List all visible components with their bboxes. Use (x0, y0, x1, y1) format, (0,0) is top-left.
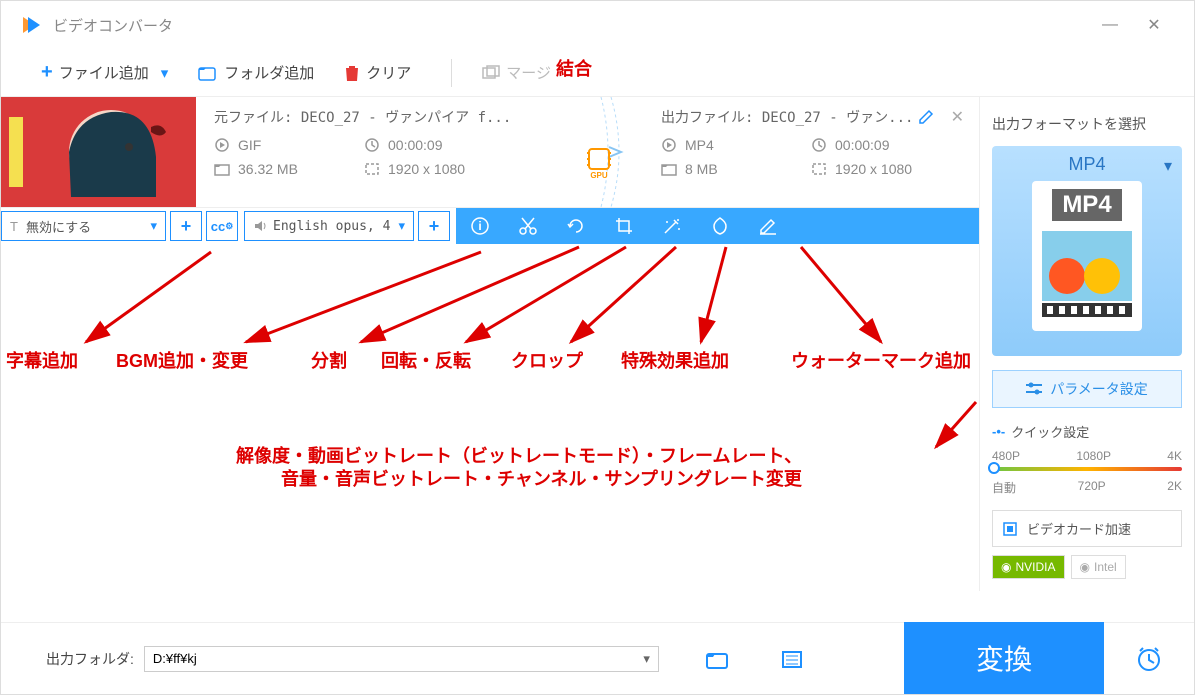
sidebar-title: 出力フォーマットを選択 (992, 114, 1182, 134)
app-logo-icon (19, 13, 43, 37)
effect-icon[interactable] (648, 216, 696, 236)
subtitle-select[interactable]: T 無効にする ▾ (1, 211, 166, 241)
annotation-crop: クロップ (511, 347, 583, 373)
minimize-button[interactable]: — (1088, 5, 1132, 45)
nvidia-badge[interactable]: ◉NVIDIA (992, 555, 1065, 579)
output-format: MP4 (661, 137, 811, 153)
add-file-label: ファイル追加 (59, 62, 149, 83)
clear-button[interactable]: クリア (344, 62, 411, 83)
folder-plus-icon (198, 64, 218, 82)
trash-icon (344, 64, 360, 82)
chevron-down-icon: ▾ (643, 651, 650, 667)
annotation-split: 分割 (311, 347, 347, 373)
format-card[interactable]: ▾ MP4 MP4 (992, 146, 1182, 356)
output-resolution: 1920 x 1080 (811, 161, 961, 177)
resolution-row-top: 480P 1080P 4K (992, 449, 1182, 463)
file-row: 元ファイル: DECO_27 - ヴァンパイア f... GIF 00:00:0… (1, 97, 979, 208)
intel-badge[interactable]: ◉Intel (1071, 555, 1126, 579)
cut-icon[interactable] (504, 216, 552, 236)
source-duration: 00:00:09 (364, 137, 514, 153)
output-file-label: 出力ファイル: DECO_27 - ヴァン... (661, 107, 961, 127)
watermark-icon[interactable] (696, 216, 744, 236)
source-format: GIF (214, 137, 364, 153)
format-name: MP4 (1000, 154, 1174, 175)
source-panel: 元ファイル: DECO_27 - ヴァンパイア f... GIF 00:00:0… (196, 97, 583, 207)
clock-icon (811, 137, 827, 153)
toolbar-divider (451, 59, 452, 87)
quality-slider[interactable] (992, 467, 1182, 471)
merge-icon (482, 65, 500, 81)
video-thumbnail[interactable] (1, 97, 196, 207)
resolution-row-bottom: 自動 720P 2K (992, 479, 1182, 496)
rotate-icon[interactable] (552, 216, 600, 236)
titlebar: ビデオコンバータ — ✕ (1, 1, 1194, 49)
gpu-acceleration-panel: ビデオカード加速 (992, 510, 1182, 547)
crop-icon[interactable] (600, 216, 648, 236)
info-icon[interactable]: i (456, 216, 504, 236)
chevron-down-icon: ▾ (150, 218, 157, 234)
text-icon: T (10, 219, 18, 234)
edit-filename-icon[interactable] (918, 109, 934, 125)
audio-select[interactable]: English opus, 48 ▾ (244, 211, 414, 241)
tune-icon (1026, 382, 1042, 396)
file-list-button[interactable] (775, 649, 811, 669)
add-subtitle-button[interactable]: + (170, 211, 202, 241)
remove-file-icon[interactable]: ✕ (951, 107, 964, 127)
annotation-params2: 音量・音声ビットレート・チャンネル・サンプリングレート変更 (281, 465, 802, 491)
annotation-watermark: ウォーターマーク追加 (791, 347, 971, 373)
add-folder-button[interactable]: フォルダ追加 (198, 62, 314, 83)
output-duration: 00:00:09 (811, 137, 961, 153)
output-panel: ✕ 出力ファイル: DECO_27 - ヴァン... MP4 00:00:09 (643, 97, 979, 207)
plus-icon: + (41, 61, 53, 84)
parameter-settings-button[interactable]: パラメータ設定 (992, 370, 1182, 408)
edit-icon[interactable] (744, 216, 792, 236)
close-button[interactable]: ✕ (1132, 5, 1176, 45)
sidebar: 出力フォーマットを選択 ▾ MP4 MP4 パラメータ設定 -•-クイック設定 … (979, 97, 1194, 591)
source-file-label: 元ファイル: DECO_27 - ヴァンパイア f... (214, 107, 565, 127)
convert-button[interactable]: 変換 (904, 622, 1104, 694)
resolution-icon (811, 162, 827, 176)
cc-settings-button[interactable]: cc⚙ (206, 211, 238, 241)
output-path-select[interactable]: D:¥ff¥kj ▾ (144, 646, 659, 672)
app-title: ビデオコンバータ (53, 15, 1088, 36)
add-audio-button[interactable]: + (418, 211, 450, 241)
format-preview-icon: MP4 (1032, 181, 1142, 331)
merge-button[interactable]: マージ (482, 62, 551, 83)
svg-text:GPU: GPU (590, 171, 608, 179)
folder-icon (661, 162, 677, 176)
gpu-badge-icon: GPU (585, 147, 613, 175)
annotation-merge: 結合 (556, 55, 592, 81)
annotation-effect: 特殊効果追加 (621, 347, 729, 373)
format-icon (661, 137, 677, 153)
chevron-down-icon: ▾ (398, 218, 405, 234)
schedule-button[interactable] (1104, 622, 1194, 694)
edit-toolbar: T 無効にする ▾ + cc⚙ English opus, 48 ▾ + i (1, 208, 979, 244)
annotation-bgm: BGM追加・変更 (116, 347, 248, 373)
source-size: 36.32 MB (214, 161, 364, 177)
annotation-rotate: 回転・反転 (381, 347, 471, 373)
merge-label: マージ (506, 62, 551, 83)
resolution-icon (364, 162, 380, 176)
output-folder-label: 出力フォルダ: (46, 649, 134, 669)
format-icon (214, 137, 230, 153)
chip-icon (1001, 520, 1019, 538)
output-size: 8 MB (661, 161, 811, 177)
speaker-icon (253, 219, 267, 233)
chevron-down-icon[interactable]: ▾ (161, 64, 169, 82)
source-resolution: 1920 x 1080 (364, 161, 514, 177)
add-file-button[interactable]: + ファイル追加 ▾ (41, 61, 168, 84)
add-folder-label: フォルダ追加 (224, 62, 314, 83)
svg-text:i: i (478, 219, 481, 233)
annotation-subtitle: 字幕追加 (6, 347, 78, 373)
clock-icon (364, 137, 380, 153)
slider-knob[interactable] (988, 462, 1000, 474)
chevron-down-icon[interactable]: ▾ (1164, 156, 1172, 176)
folder-icon (214, 162, 230, 176)
toolbar: + ファイル追加 ▾ フォルダ追加 クリア マージ (1, 49, 1194, 97)
clear-label: クリア (366, 62, 411, 83)
quick-settings-panel: -•-クイック設定 480P 1080P 4K 自動 720P 2K (992, 422, 1182, 496)
open-folder-button[interactable] (699, 649, 735, 669)
